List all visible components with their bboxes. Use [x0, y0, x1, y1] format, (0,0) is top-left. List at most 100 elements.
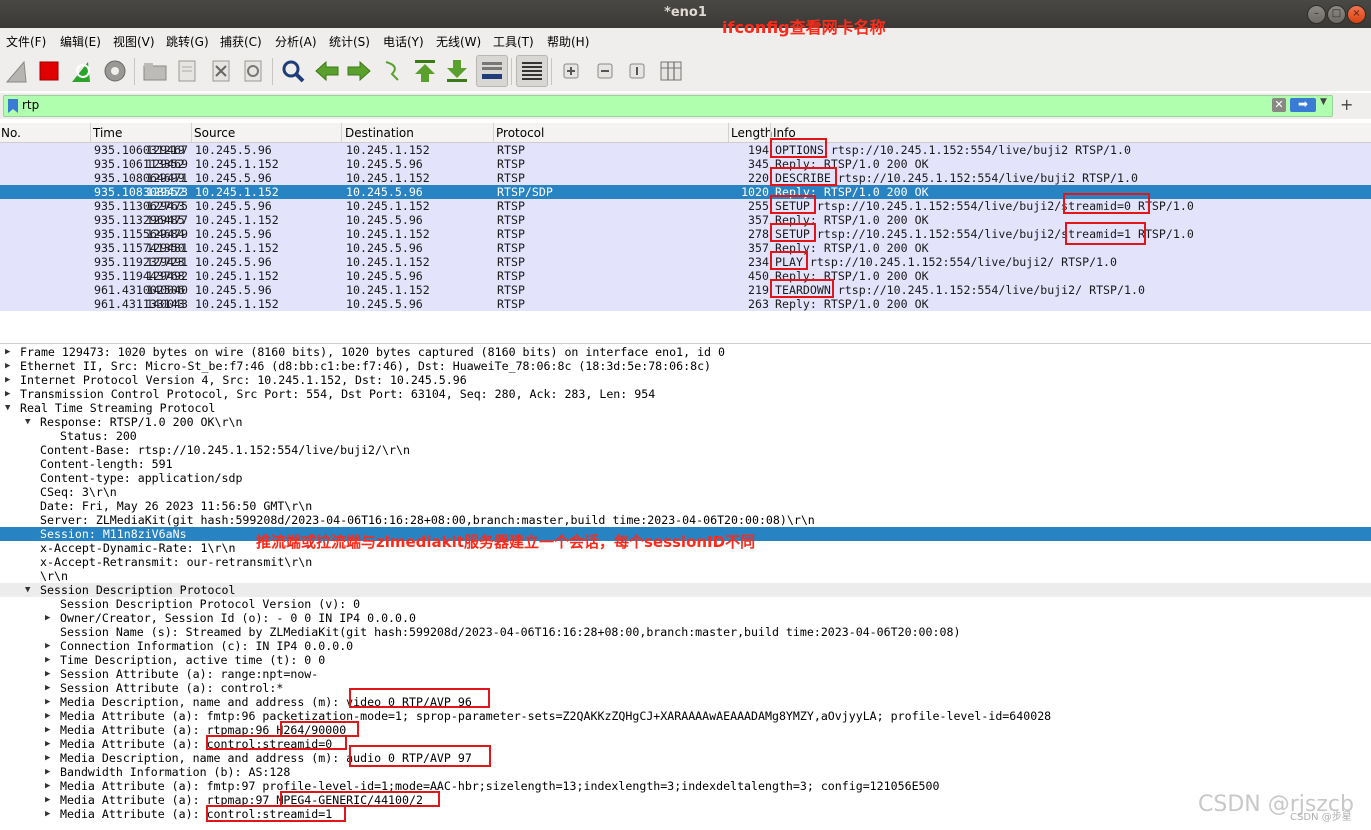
zoom-in-icon[interactable] [556, 56, 586, 86]
collapsed-triangle-icon[interactable]: ▶ [45, 681, 50, 695]
menu-view[interactable]: 视图(V) [113, 33, 155, 50]
detail-line[interactable]: Content-length: 591 [0, 457, 1371, 471]
detail-line[interactable]: Session Name (s): Streamed by ZLMediaKit… [0, 625, 1371, 639]
menu-telephony[interactable]: 电话(Y) [383, 33, 424, 50]
detail-line[interactable]: ▶ Frame 129473: 1020 bytes on wire (8160 … [0, 345, 1371, 359]
detail-line[interactable]: ▶ Media Attribute (a): fmtp:96 packetizat… [0, 709, 1371, 723]
collapsed-triangle-icon[interactable]: ▶ [45, 639, 50, 653]
detail-line[interactable]: ▶ Internet Protocol Version 4, Src: 10.24… [0, 373, 1371, 387]
back-arrow-icon[interactable] [312, 56, 342, 86]
collapsed-triangle-icon[interactable]: ▶ [5, 345, 10, 359]
clear-filter-icon[interactable]: ✕ [1272, 98, 1286, 112]
column-destination[interactable]: Destination [345, 126, 414, 140]
collapsed-triangle-icon[interactable]: ▶ [45, 653, 50, 667]
collapsed-triangle-icon[interactable]: ▶ [5, 359, 10, 373]
chevron-down-icon[interactable]: ▼ [1320, 97, 1327, 107]
restart-icon[interactable] [66, 56, 96, 86]
detail-line[interactable]: ▶ Owner/Creator, Session Id (o): - 0 0 IN… [0, 611, 1371, 625]
last-packet-icon[interactable] [442, 56, 472, 86]
maximize-icon[interactable]: □ [1327, 5, 1346, 24]
detail-line[interactable]: ▶ Transmission Control Protocol, Src Port… [0, 387, 1371, 401]
detail-line[interactable]: Content-type: application/sdp [0, 471, 1371, 485]
menu-statistics[interactable]: 统计(S) [329, 33, 370, 50]
close-file-icon[interactable] [206, 56, 236, 86]
column-protocol[interactable]: Protocol [496, 126, 544, 140]
menu-capture[interactable]: 捕获(C) [220, 33, 262, 50]
menu-tools[interactable]: 工具(T) [493, 33, 534, 50]
packet-row[interactable]: 129467 935.106031219 10.245.5.96 10.245.1.1… [0, 143, 1371, 157]
packet-row[interactable]: 140043 961.431133143 10.245.1.152 10.245.5.… [0, 297, 1371, 311]
open-folder-icon[interactable] [140, 56, 170, 86]
collapsed-triangle-icon[interactable]: ▶ [45, 807, 50, 821]
save-file-icon[interactable] [172, 56, 202, 86]
packet-row[interactable]: 129473 935.108308552 10.245.1.152 10.245.5.… [0, 185, 1371, 199]
shark-fin-start-icon[interactable] [2, 56, 32, 86]
expanded-triangle-icon[interactable]: ▼ [25, 583, 30, 597]
detail-line[interactable]: ▶ Bandwidth Information (b): AS:128 [0, 765, 1371, 779]
collapsed-triangle-icon[interactable]: ▶ [45, 709, 50, 723]
detail-line[interactable]: Content-Base: rtsp://10.245.1.152:554/li… [0, 443, 1371, 457]
first-packet-icon[interactable] [410, 56, 440, 86]
find-magnifier-icon[interactable] [278, 56, 308, 86]
collapsed-triangle-icon[interactable]: ▶ [45, 751, 50, 765]
detail-line[interactable]: Status: 200 [0, 429, 1371, 443]
packet-row[interactable]: 129477 935.113296485 10.245.1.152 10.245.5.… [0, 213, 1371, 227]
menu-wireless[interactable]: 无线(W) [436, 33, 481, 50]
menu-file[interactable]: 文件(F) [6, 33, 46, 50]
detail-line[interactable]: ▶ Session Attribute (a): range:npt=now- [0, 667, 1371, 681]
detail-line[interactable]: ▶ Media Attribute (a): fmtp:97 profile-le… [0, 779, 1371, 793]
collapsed-triangle-icon[interactable]: ▶ [45, 695, 50, 709]
column-time[interactable]: Time [93, 126, 122, 140]
collapsed-triangle-icon[interactable]: ▶ [45, 793, 50, 807]
detail-line[interactable]: ▶ Session Attribute (a): control:* [0, 681, 1371, 695]
collapsed-triangle-icon[interactable]: ▶ [45, 611, 50, 625]
display-filter-field[interactable]: ✕ ➡ ▼ [3, 95, 1333, 117]
resize-columns-icon[interactable] [656, 56, 686, 86]
collapsed-triangle-icon[interactable]: ▶ [45, 723, 50, 737]
menu-analyze[interactable]: 分析(A) [275, 33, 317, 50]
forward-arrow-icon[interactable] [344, 56, 374, 86]
detail-line[interactable]: ▶ Time Description, active time (t): 0 0 [0, 653, 1371, 667]
packet-row[interactable]: 129469 935.106113352 10.245.1.152 10.245.5.… [0, 157, 1371, 171]
detail-line[interactable]: ▼ Response: RTSP/1.0 200 OK\r\n [0, 415, 1371, 429]
expanded-triangle-icon[interactable]: ▼ [5, 401, 10, 415]
collapsed-triangle-icon[interactable]: ▶ [45, 667, 50, 681]
column-source[interactable]: Source [194, 126, 235, 140]
options-gear-icon[interactable] [100, 56, 130, 86]
column-length[interactable]: Length [731, 126, 772, 140]
collapsed-triangle-icon[interactable]: ▶ [5, 387, 10, 401]
packet-row[interactable]: 129491 935.119237723 10.245.5.96 10.245.1.1… [0, 255, 1371, 269]
colorize-icon[interactable] [516, 55, 548, 87]
detail-line[interactable]: Server: ZLMediaKit(git hash:599208d/2023… [0, 513, 1371, 527]
minimize-icon[interactable]: – [1307, 5, 1326, 24]
detail-line[interactable]: ▶ Connection Information (c): IN IP4 0.0.… [0, 639, 1371, 653]
detail-line[interactable]: ▼ Session Description Protocol [0, 583, 1371, 597]
menu-edit[interactable]: 编辑(E) [60, 33, 101, 50]
detail-line[interactable]: ▶ Ethernet II, Src: Micro-St_be:f7:46 (d8… [0, 359, 1371, 373]
detail-line[interactable]: CSeq: 3\r\n [0, 485, 1371, 499]
packet-row[interactable]: 129479 935.115564684 10.245.5.96 10.245.1.1… [0, 227, 1371, 241]
display-filter-input[interactable] [22, 97, 1262, 113]
menu-go[interactable]: 跳转(G) [166, 33, 209, 50]
packet-row[interactable]: 129481 935.115741350 10.245.1.152 10.245.5.… [0, 241, 1371, 255]
detail-line[interactable]: x-Accept-Retransmit: our-retransmit\r\n [0, 555, 1371, 569]
detail-line[interactable]: ▶ Media Description, name and address (m)… [0, 751, 1371, 765]
detail-line[interactable]: ▼ Real Time Streaming Protocol [0, 401, 1371, 415]
detail-line[interactable]: Session Description Protocol Version (v)… [0, 597, 1371, 611]
column-no[interactable]: No. [1, 126, 21, 140]
bookmark-icon[interactable] [7, 98, 19, 114]
normal-size-icon[interactable] [622, 56, 652, 86]
packet-row[interactable]: 129475 935.113062763 10.245.5.96 10.245.1.1… [0, 199, 1371, 213]
stop-square-icon[interactable] [34, 56, 64, 86]
reload-icon[interactable] [238, 56, 268, 86]
collapsed-triangle-icon[interactable]: ▶ [5, 373, 10, 387]
packet-row[interactable]: 129492 935.119443768 10.245.1.152 10.245.5.… [0, 269, 1371, 283]
apply-filter-icon[interactable]: ➡ [1290, 98, 1316, 112]
menu-help[interactable]: 帮助(H) [547, 33, 589, 50]
detail-line[interactable]: \r\n [0, 569, 1371, 583]
detail-line[interactable]: ▶ Media Description, name and address (m)… [0, 695, 1371, 709]
packet-row[interactable]: 129471 935.108064699 10.245.5.96 10.245.1.1… [0, 171, 1371, 185]
collapsed-triangle-icon[interactable]: ▶ [45, 737, 50, 751]
goto-packet-icon[interactable] [378, 56, 408, 86]
add-filter-button[interactable]: + [1340, 95, 1353, 114]
